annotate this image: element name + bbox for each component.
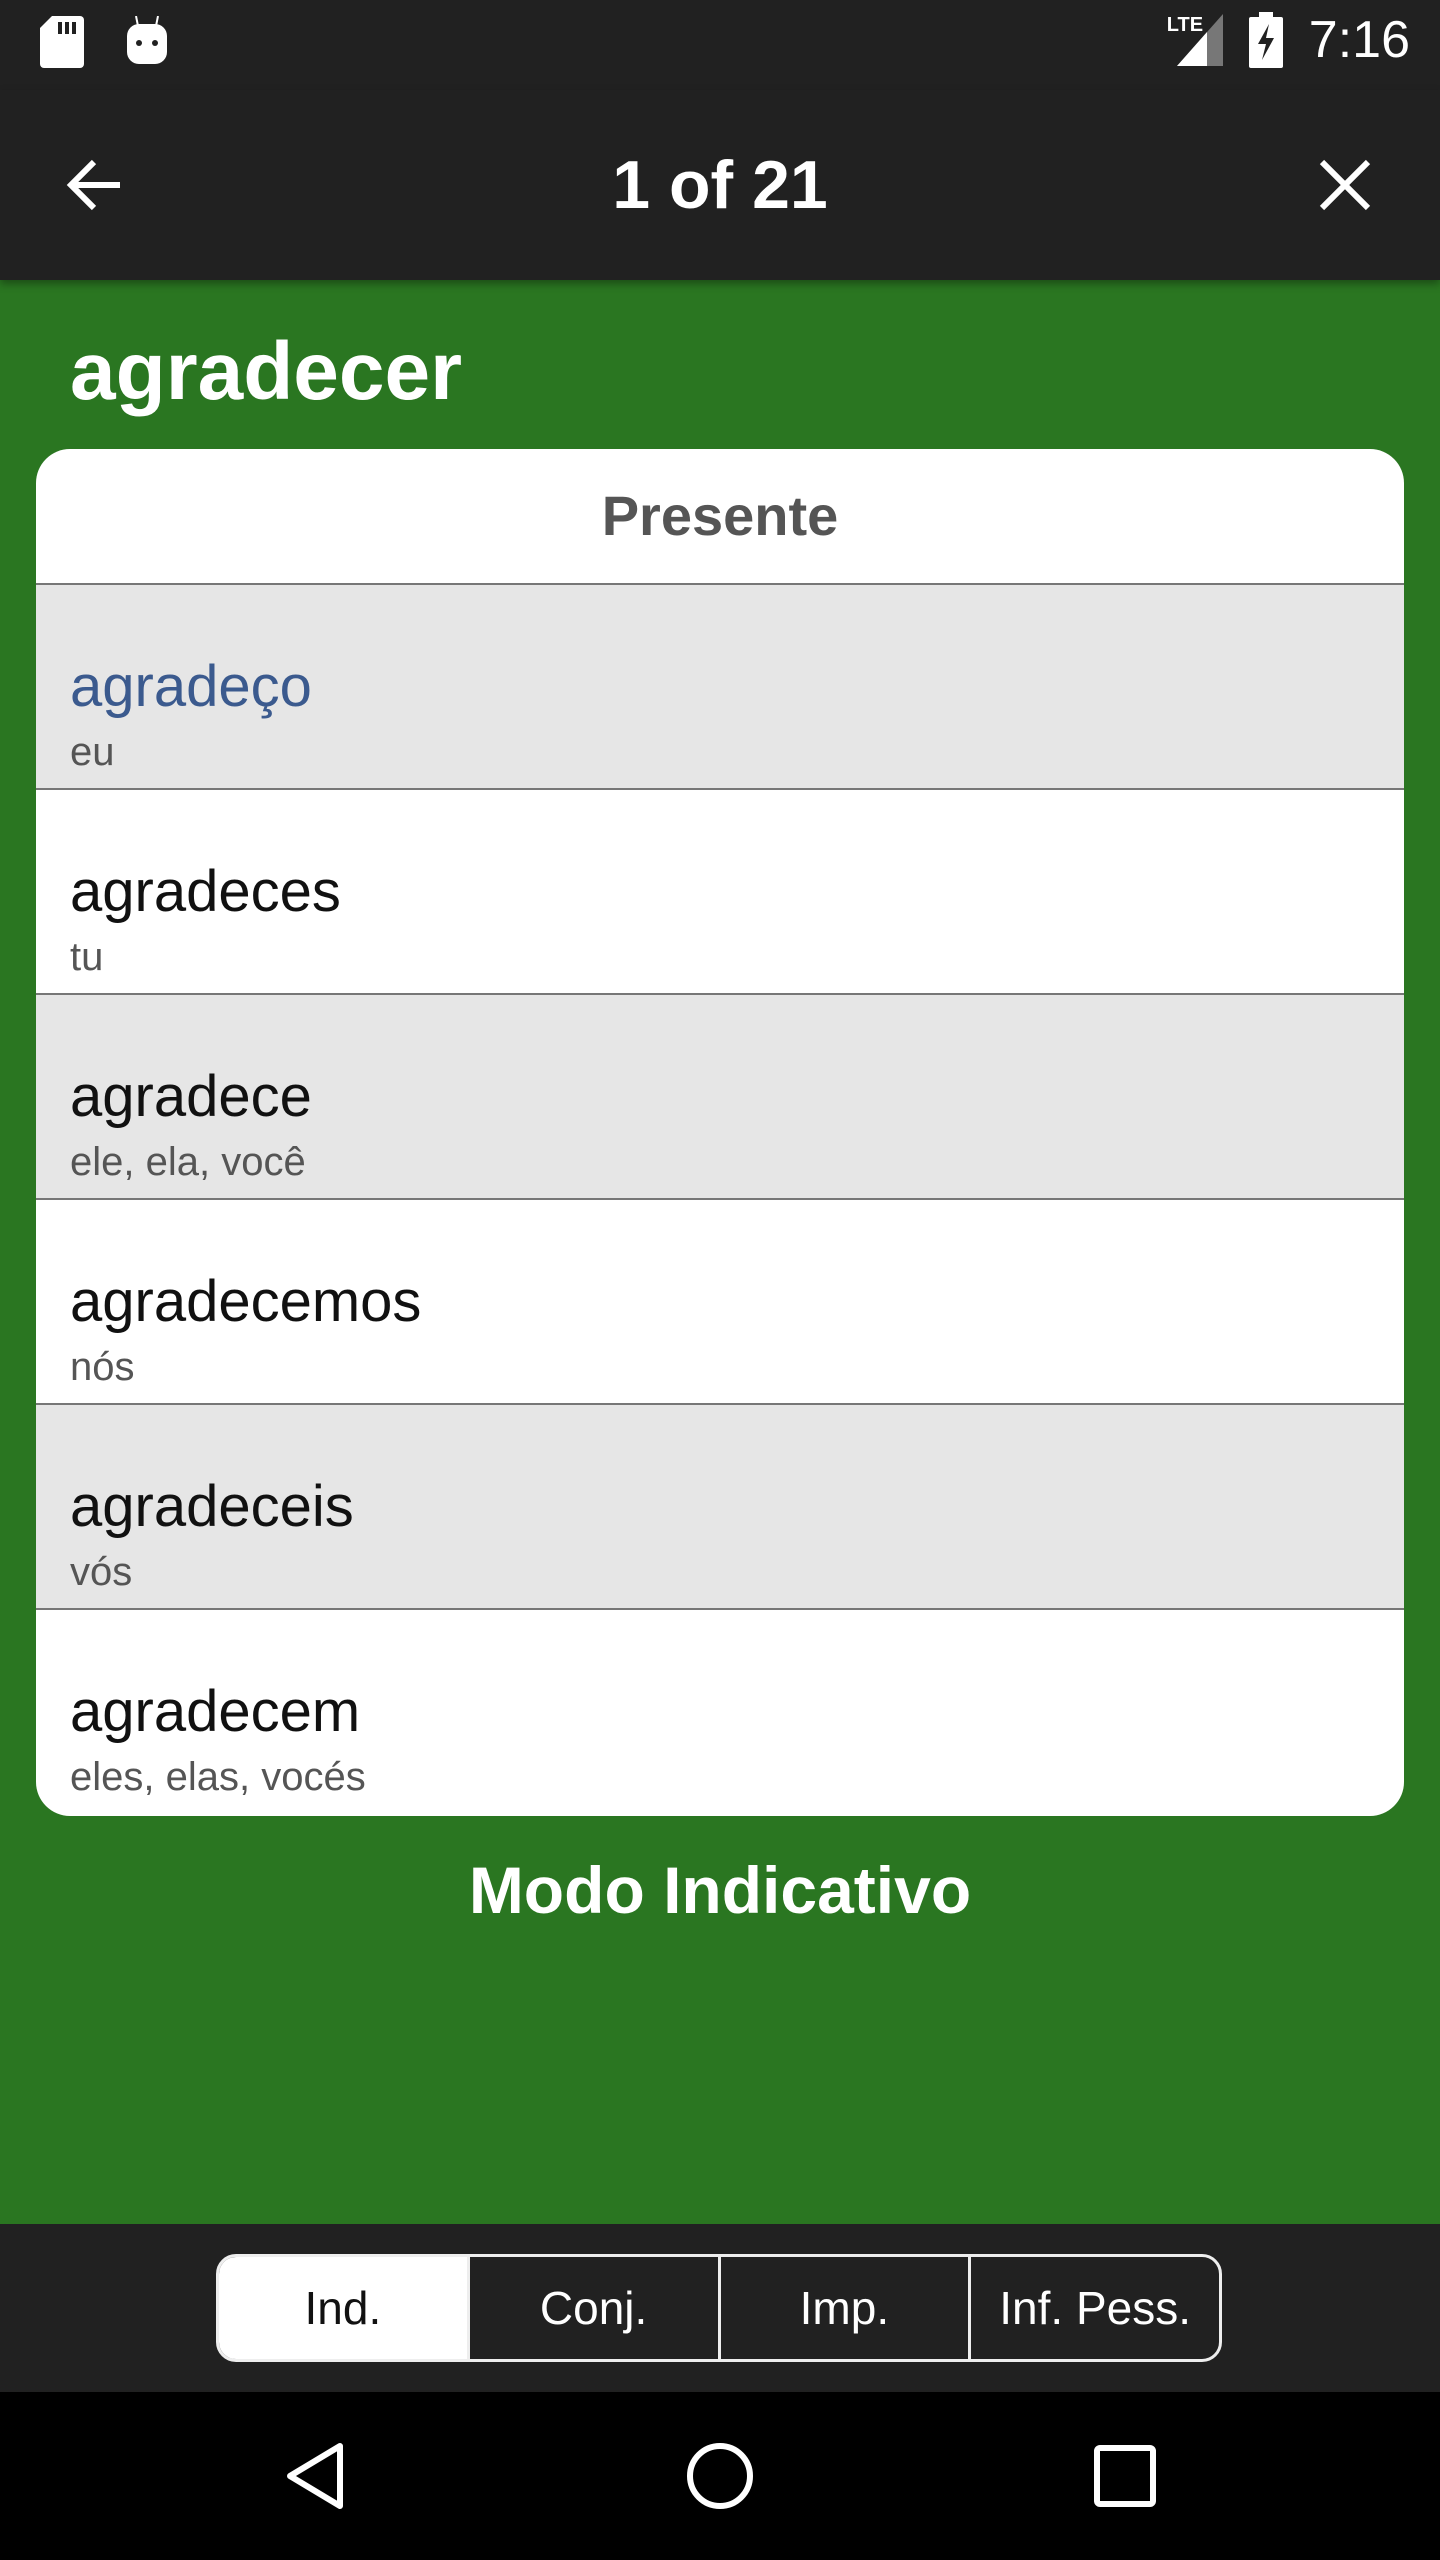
list-item[interactable]: agradecem eles, elas, vocés	[36, 1610, 1404, 1813]
list-item[interactable]: agradece ele, ela, você	[36, 995, 1404, 1200]
clock: 7:16	[1308, 11, 1410, 69]
pronoun: ele, ela, você	[70, 1140, 306, 1184]
verb-title: agradecer	[70, 326, 463, 417]
conjugation-card: Presente agradeço eu agradeces tu agradece…	[36, 449, 1404, 1816]
tab-infinitivo-pessoal[interactable]: Inf. Pess.	[968, 2257, 1219, 2359]
android-debug-icon	[127, 16, 167, 64]
list-item[interactable]: agradeces tu	[36, 790, 1404, 995]
page-title: 1 of 21	[612, 147, 828, 223]
pronoun: tu	[70, 935, 104, 979]
tab-imperativo[interactable]: Imp.	[717, 2257, 969, 2359]
signal-icon: LTE	[1167, 14, 1223, 66]
pronoun: eles, elas, vocés	[70, 1755, 366, 1799]
mode-tab-bar: Ind. Conj. Imp. Inf. Pess.	[0, 2224, 1440, 2392]
sd-card-icon	[40, 16, 84, 68]
status-bar: LTE 7:16	[0, 0, 1440, 90]
battery-charging-icon	[1248, 12, 1283, 68]
segmented-control: Ind. Conj. Imp. Inf. Pess.	[216, 2254, 1222, 2362]
list-item[interactable]: agradecemos nós	[36, 1200, 1404, 1405]
verb-form: agradeceis	[70, 1474, 354, 1539]
pronoun: eu	[70, 730, 115, 774]
verb-form: agradecemos	[70, 1269, 422, 1334]
navigation-bar	[0, 2392, 1440, 2560]
verb-form: agradecem	[70, 1679, 361, 1744]
list-item[interactable]: agradeceis vós	[36, 1405, 1404, 1610]
verb-form: agradeces	[70, 859, 341, 924]
tab-indicativo[interactable]: Ind.	[219, 2257, 467, 2359]
list-item[interactable]: agradeço eu	[36, 585, 1404, 790]
tense-header: Presente	[36, 449, 1404, 585]
verb-form: agradece	[70, 1064, 312, 1129]
mode-label: Modo Indicativo	[468, 1853, 972, 1927]
pronoun: vós	[70, 1550, 133, 1594]
back-triangle-icon[interactable]	[276, 2436, 356, 2516]
toolbar: 1 of 21	[0, 90, 1440, 280]
home-circle-icon[interactable]	[680, 2436, 760, 2516]
pronoun: nós	[70, 1345, 135, 1389]
verb-form: agradeço	[70, 654, 312, 719]
close-icon[interactable]	[1310, 150, 1380, 220]
recents-square-icon[interactable]	[1085, 2436, 1165, 2516]
tab-conjuntivo[interactable]: Conj.	[466, 2257, 718, 2359]
